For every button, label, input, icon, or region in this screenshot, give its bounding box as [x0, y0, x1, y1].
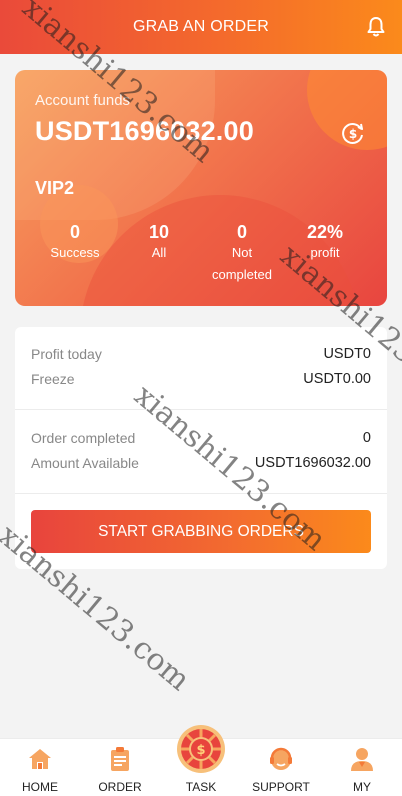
top-bar: GRAB AN ORDER — [0, 0, 402, 54]
divider — [15, 409, 387, 410]
stat-success: 0 Success — [50, 222, 100, 260]
svg-text:$: $ — [349, 127, 357, 141]
nav-home[interactable]: HOME — [0, 739, 80, 796]
user-icon — [351, 748, 373, 771]
freeze-row: Freeze USDT0.00 — [31, 371, 371, 387]
start-grabbing-button[interactable]: START GRABBING ORDERS — [31, 510, 371, 553]
home-icon — [29, 749, 51, 769]
stat-not-completed: 0 Not completed — [212, 222, 272, 282]
funds-label: Account funds — [35, 92, 131, 109]
svg-text:$: $ — [196, 743, 205, 758]
bell-icon[interactable] — [366, 16, 386, 38]
wheel-icon[interactable]: $ — [176, 724, 226, 774]
nav-my[interactable]: MY — [322, 739, 402, 796]
stat-profit: 22% profit — [306, 222, 344, 260]
divider — [15, 493, 387, 494]
amount-available-row: Amount Available USDT1696032.00 — [31, 455, 371, 471]
order-completed-row: Order completed 0 — [31, 430, 371, 446]
dollar-refresh-icon[interactable]: $ — [341, 121, 365, 145]
clipboard-icon — [111, 747, 129, 771]
account-funds-card: Account funds USDT1696032.00 $ VIP2 0 Su… — [15, 70, 387, 306]
order-details-panel: Profit today USDT0 Freeze USDT0.00 Order… — [15, 327, 387, 569]
page-title: GRAB AN ORDER — [133, 18, 269, 35]
nav-order[interactable]: ORDER — [80, 739, 160, 796]
funds-value: USDT1696032.00 — [35, 116, 254, 146]
nav-support[interactable]: SUPPORT — [241, 739, 321, 796]
headset-icon — [270, 747, 292, 770]
profit-today-row: Profit today USDT0 — [31, 346, 371, 362]
vip-level: VIP2 — [35, 178, 75, 198]
stat-all: 10 All — [148, 222, 170, 260]
